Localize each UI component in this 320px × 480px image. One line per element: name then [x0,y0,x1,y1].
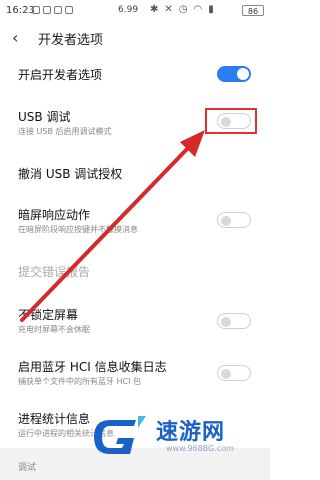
watermark-logo: 速游网 www.968BG.com [88,408,268,466]
brand-name: 速游网 [156,420,226,445]
brand-url: www.968BG.com [166,444,234,453]
logo-icon [94,416,146,454]
